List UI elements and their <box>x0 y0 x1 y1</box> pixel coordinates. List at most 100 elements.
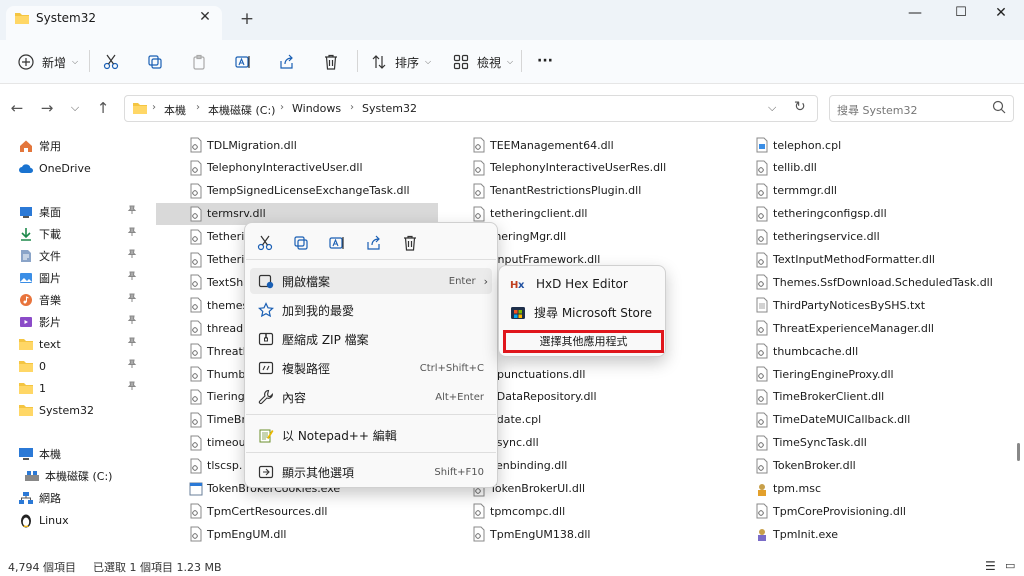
file-item[interactable]: TpmEngUM.dll <box>189 524 286 544</box>
menu-add-favorites[interactable]: 加到我的最愛 <box>250 297 492 323</box>
details-view-button[interactable]: ☰ <box>985 559 996 573</box>
sidebar-item-1[interactable]: OneDrive <box>18 158 91 178</box>
file-item[interactable]: ThirdPartyNoticesBySHS.txt <box>755 295 925 315</box>
tab-close-button[interactable]: ✕ <box>196 8 214 26</box>
file-item[interactable]: tpmcompc.dll <box>472 501 565 521</box>
breadcrumb-system32[interactable]: System32 <box>362 102 417 115</box>
ctx-cut-button[interactable] <box>255 233 275 253</box>
sidebar-item-3[interactable]: 下載 <box>18 224 61 244</box>
menu-edit-notepadpp[interactable]: 以 Notepad++ 編輯 <box>250 422 492 448</box>
file-item[interactable]: timeou <box>189 433 246 453</box>
sidebar-item-0[interactable]: 常用 <box>18 136 61 156</box>
vertical-scrollbar[interactable] <box>1017 443 1020 461</box>
sidebar-item-5[interactable]: 圖片 <box>18 268 61 288</box>
up-button[interactable]: ↑ <box>92 97 114 119</box>
tiles-view-button[interactable]: ▭ <box>1005 559 1015 572</box>
sidebar-item-12[interactable]: 本機 <box>18 444 61 464</box>
copy-button[interactable] <box>145 47 165 77</box>
file-item[interactable]: Tetheri <box>189 227 244 247</box>
ctx-rename-button[interactable] <box>327 233 347 253</box>
forward-button[interactable]: → <box>36 97 58 119</box>
file-item[interactable]: tetheringservice.dll <box>755 227 880 247</box>
cut-button[interactable] <box>101 47 121 77</box>
sidebar-item-7[interactable]: 影片 <box>18 312 61 332</box>
file-item[interactable]: TimeBr <box>189 410 246 430</box>
menu-compress-zip[interactable]: 壓縮成 ZIP 檔案 <box>250 326 492 352</box>
ctx-share-button[interactable] <box>364 233 384 253</box>
sort-button[interactable]: 排序 ⌵ <box>369 47 431 77</box>
file-item[interactable]: termsrv.dll <box>189 204 266 224</box>
file-item[interactable]: threadp <box>189 318 250 338</box>
file-item[interactable]: Themes.SsfDownload.ScheduledTask.dll <box>755 272 993 292</box>
breadcrumb-windows[interactable]: Windows <box>292 102 341 115</box>
sidebar-item-6[interactable]: 音樂 <box>18 290 61 310</box>
refresh-button[interactable]: ↻ <box>794 99 806 115</box>
sidebar-item-10[interactable]: 1 <box>18 378 46 398</box>
file-item[interactable]: TelephonyInteractiveUserRes.dll <box>472 158 666 178</box>
sidebar-item-14[interactable]: 網路 <box>18 488 61 508</box>
submenu-hxd[interactable]: Hx HxD Hex Editor <box>510 272 628 296</box>
breadcrumb-drive-c[interactable]: 本機磁碟 (C:) <box>208 102 275 118</box>
sidebar-item-8[interactable]: text <box>18 334 61 354</box>
file-item[interactable]: TempSignedLicenseExchangeTask.dll <box>189 181 410 201</box>
back-button[interactable]: ← <box>6 97 28 119</box>
file-item[interactable]: tpm.msc <box>755 479 821 499</box>
file-item[interactable]: TpmEngUM138.dll <box>472 524 590 544</box>
menu-open-with[interactable]: 開啟檔案 Enter › <box>250 268 492 294</box>
file-item[interactable]: themes <box>189 295 248 315</box>
sidebar-item-13[interactable]: 本機磁碟 (C:) <box>24 466 112 486</box>
sidebar-item-9[interactable]: 0 <box>18 356 46 376</box>
ctx-delete-button[interactable] <box>400 233 420 253</box>
submenu-store[interactable]: 搜尋 Microsoft Store <box>510 300 652 324</box>
sidebar-item-15[interactable]: Linux <box>18 510 69 530</box>
menu-copy-path[interactable]: 複製路徑 Ctrl+Shift+C <box>250 355 492 381</box>
paste-button[interactable] <box>189 47 209 77</box>
new-button[interactable]: 新增 ⌵ <box>16 47 78 77</box>
sidebar-item-2[interactable]: 桌面 <box>18 202 61 222</box>
file-item[interactable]: termmgr.dll <box>755 181 837 201</box>
file-item[interactable]: TenantRestrictionsPlugin.dll <box>472 181 641 201</box>
file-item[interactable]: Threatl <box>189 341 246 361</box>
file-item[interactable]: ThreatExperienceManager.dll <box>755 318 934 338</box>
submenu-choose-other-app[interactable]: 選擇其他應用程式 <box>503 330 664 353</box>
file-item[interactable]: TokenBroker.dll <box>755 456 856 476</box>
file-item[interactable]: TextSha <box>189 272 250 292</box>
file-item[interactable]: thumbcache.dll <box>755 341 858 361</box>
new-tab-button[interactable]: + <box>237 9 257 29</box>
menu-show-more-options[interactable]: 顯示其他選項 Shift+F10 <box>250 459 492 485</box>
file-item[interactable]: TextInputMethodFormatter.dll <box>755 250 935 270</box>
file-item[interactable]: Tetheri <box>189 250 244 270</box>
recent-locations-button[interactable]: ⌵ <box>64 97 86 119</box>
rename-button[interactable] <box>233 47 253 77</box>
menu-properties[interactable]: 內容 Alt+Enter <box>250 384 492 410</box>
minimize-button[interactable]: — <box>892 0 938 30</box>
file-item[interactable]: TpmCoreProvisioning.dll <box>755 501 906 521</box>
file-item[interactable]: TDLMigration.dll <box>189 135 297 155</box>
view-button[interactable]: 檢視 ⌵ <box>451 47 513 77</box>
file-item[interactable]: TpmCertResources.dll <box>189 501 327 521</box>
file-item[interactable]: TimeSyncTask.dll <box>755 433 867 453</box>
file-item[interactable]: telephon.cpl <box>755 135 841 155</box>
breadcrumb-this-pc[interactable]: 本機 <box>164 102 186 118</box>
more-button[interactable]: ··· <box>537 46 553 76</box>
star-icon <box>256 300 276 320</box>
file-item[interactable]: Thumb <box>189 364 245 384</box>
file-item[interactable]: Tiering <box>189 387 245 407</box>
file-item[interactable]: TelephonyInteractiveUser.dll <box>189 158 363 178</box>
file-item[interactable]: tlscsp. <box>189 456 242 476</box>
file-item[interactable]: tellib.dll <box>755 158 817 178</box>
sidebar-item-4[interactable]: 文件 <box>18 246 61 266</box>
file-item[interactable]: TpmInit.exe <box>755 524 838 544</box>
file-item[interactable]: TimeBrokerClient.dll <box>755 387 884 407</box>
share-button[interactable] <box>277 47 297 77</box>
file-item[interactable]: TEEManagement64.dll <box>472 135 614 155</box>
sidebar-item-11[interactable]: System32 <box>18 400 94 420</box>
file-item[interactable]: TimeDateMUICallback.dll <box>755 410 910 430</box>
address-dropdown-button[interactable]: ⌵ <box>768 101 776 115</box>
ctx-copy-button[interactable] <box>291 233 311 253</box>
file-item[interactable]: tetheringconfigsp.dll <box>755 204 887 224</box>
file-item[interactable]: tetheringclient.dll <box>472 204 587 224</box>
file-item[interactable]: TieringEngineProxy.dll <box>755 364 894 384</box>
close-window-button[interactable]: ✕ <box>978 0 1024 30</box>
delete-button[interactable] <box>321 47 341 77</box>
